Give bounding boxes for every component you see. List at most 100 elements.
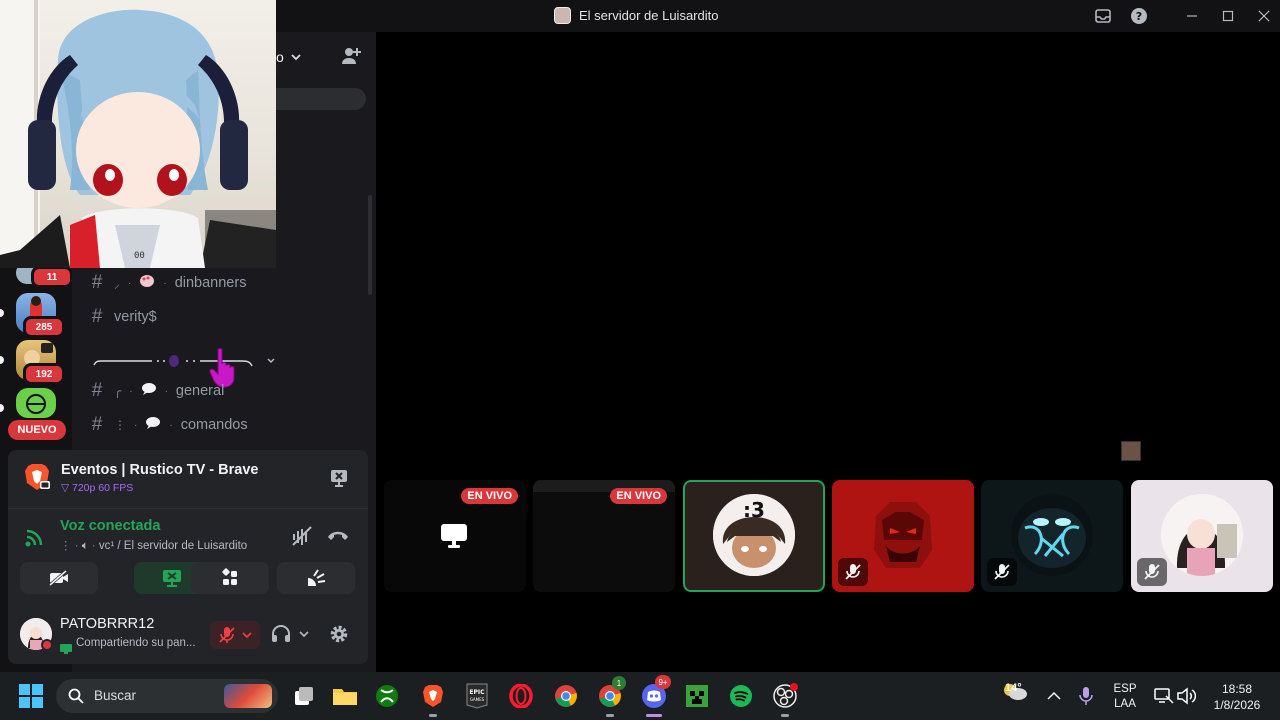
monitor-icon [440,523,468,553]
brave-browser-icon[interactable] [417,680,449,717]
panel-divider [8,508,368,509]
shield-icon: ▽ [61,482,70,494]
guild-item[interactable] [16,388,56,418]
channel-name: dinbanners [174,275,247,291]
server-header[interactable]: o [276,40,376,80]
channel-item[interactable]: # ╭ · · general [88,378,225,404]
gear-icon[interactable] [329,624,349,648]
stream-tile[interactable]: EN VIVO [533,480,675,592]
channel-name: general [175,383,225,399]
channel-item[interactable]: # verity$ [88,304,157,330]
maximize-icon[interactable] [1218,6,1238,26]
inbox-icon[interactable] [1093,6,1113,26]
help-icon[interactable]: ? [1129,6,1149,26]
taskbar-search[interactable]: Buscar [56,679,278,713]
signal-icon [24,526,46,552]
screen-share-status-icon [60,639,72,658]
weather-temp: 14° [1005,682,1022,694]
activities-icon [222,568,237,585]
task-view-icon[interactable] [288,680,320,712]
mic-muted-icon [987,558,1017,586]
language-indicator[interactable]: ESP LAA [1108,682,1142,712]
channel-decoration: · [169,419,173,431]
search-icon [68,688,84,708]
microphone-icon[interactable] [1070,680,1102,712]
category-header[interactable] [92,352,276,372]
weather-widget[interactable]: 14° [1000,676,1030,706]
clock[interactable]: 18:58 1/8/2026 [1206,681,1268,713]
minecraft-icon[interactable] [681,680,713,712]
dnd-status-dot [41,639,53,651]
noise-suppression-icon[interactable] [291,526,313,550]
voice-panel: Eventos | Rustico TV - Brave ▽ 720p 60 F… [8,450,368,664]
live-badge: EN VIVO [461,488,518,504]
date-text: 1/8/2026 [1213,698,1261,712]
mini-avatar[interactable] [1121,441,1141,461]
search-placeholder: Buscar [94,688,137,703]
mute-button[interactable] [210,621,260,649]
camera-off-button[interactable] [20,562,98,594]
activities-button[interactable] [191,562,269,594]
soundboard-icon [308,569,326,586]
file-explorer-icon[interactable] [329,680,361,712]
guild-badge: 285 [23,316,65,338]
svg-text:00: 00 [134,251,145,261]
running-indicator [429,714,437,717]
channel-decoration: · [128,277,132,289]
channel-item[interactable]: # ⸝ · · dinbanners [88,270,247,296]
start-icon[interactable] [19,684,43,712]
svg-text:EPIC: EPIC [469,689,485,696]
channel-decoration: · [163,277,167,289]
deafen-button[interactable] [271,625,309,643]
camera-off-icon [49,570,68,586]
hash-icon: # [91,272,103,293]
discord-notification-badge: 9+ [655,675,671,689]
new-badge: NUEVO [8,420,66,440]
stop-stream-icon[interactable] [329,468,349,492]
hash-icon: # [91,414,103,435]
stream-tile[interactable]: EN VIVO [384,480,526,592]
user-tile[interactable] [981,480,1123,592]
chevron-down-icon [266,356,276,369]
mic-muted-icon [838,558,868,586]
live-badge: EN VIVO [610,488,667,504]
show-hidden-icons[interactable] [1038,680,1070,712]
running-indicator [606,714,614,717]
soundboard-button[interactable] [277,562,355,594]
chrome-profile-icon[interactable]: 1 [594,676,626,717]
channel-item[interactable]: # ⋮ · · comandos [88,412,248,438]
channel-decoration: · [134,419,138,431]
brave-icon [24,463,50,491]
disconnect-icon[interactable] [327,528,349,548]
window-title-text: El servidor de Luisardito [579,8,719,23]
running-indicator [781,714,789,717]
speech-bubble-icon [145,416,161,434]
channel-search-bar[interactable] [276,88,366,110]
epic-games-icon[interactable]: EPIC GAMES [461,680,493,712]
user-tile[interactable] [832,480,974,592]
xbox-icon[interactable] [371,680,403,712]
add-member-icon[interactable] [340,45,362,71]
channel-decoration: · [164,385,168,397]
window-title: El servidor de Luisardito [554,7,718,24]
user-tile-speaking[interactable]: :3 [683,480,825,592]
avatar-text: :3 [743,498,765,522]
chrome-icon[interactable] [550,680,582,712]
close-icon[interactable] [1254,6,1274,26]
voice-status[interactable]: Voz conectada [60,518,160,534]
opera-icon[interactable] [505,680,537,712]
minimize-icon[interactable] [1182,6,1202,26]
volume-icon[interactable] [1170,680,1202,712]
chrome-notification-badge: 1 [612,676,626,690]
channel-scrollbar[interactable] [368,195,372,295]
screen-share-icon [163,570,181,587]
voice-channel-info[interactable]: ⋮ · 🔈︎ · vc¹ / El servidor de Luisardito [60,538,247,553]
spotify-icon[interactable] [725,680,757,712]
discord-icon[interactable]: 9+ [638,675,671,717]
username: PATOBRRR12 [60,616,155,632]
user-tile[interactable] [1131,480,1273,592]
webcam-image: 00 [0,0,276,268]
chevron-down-icon [299,631,309,638]
obs-icon[interactable] [769,680,801,717]
headphones-icon [272,625,290,642]
